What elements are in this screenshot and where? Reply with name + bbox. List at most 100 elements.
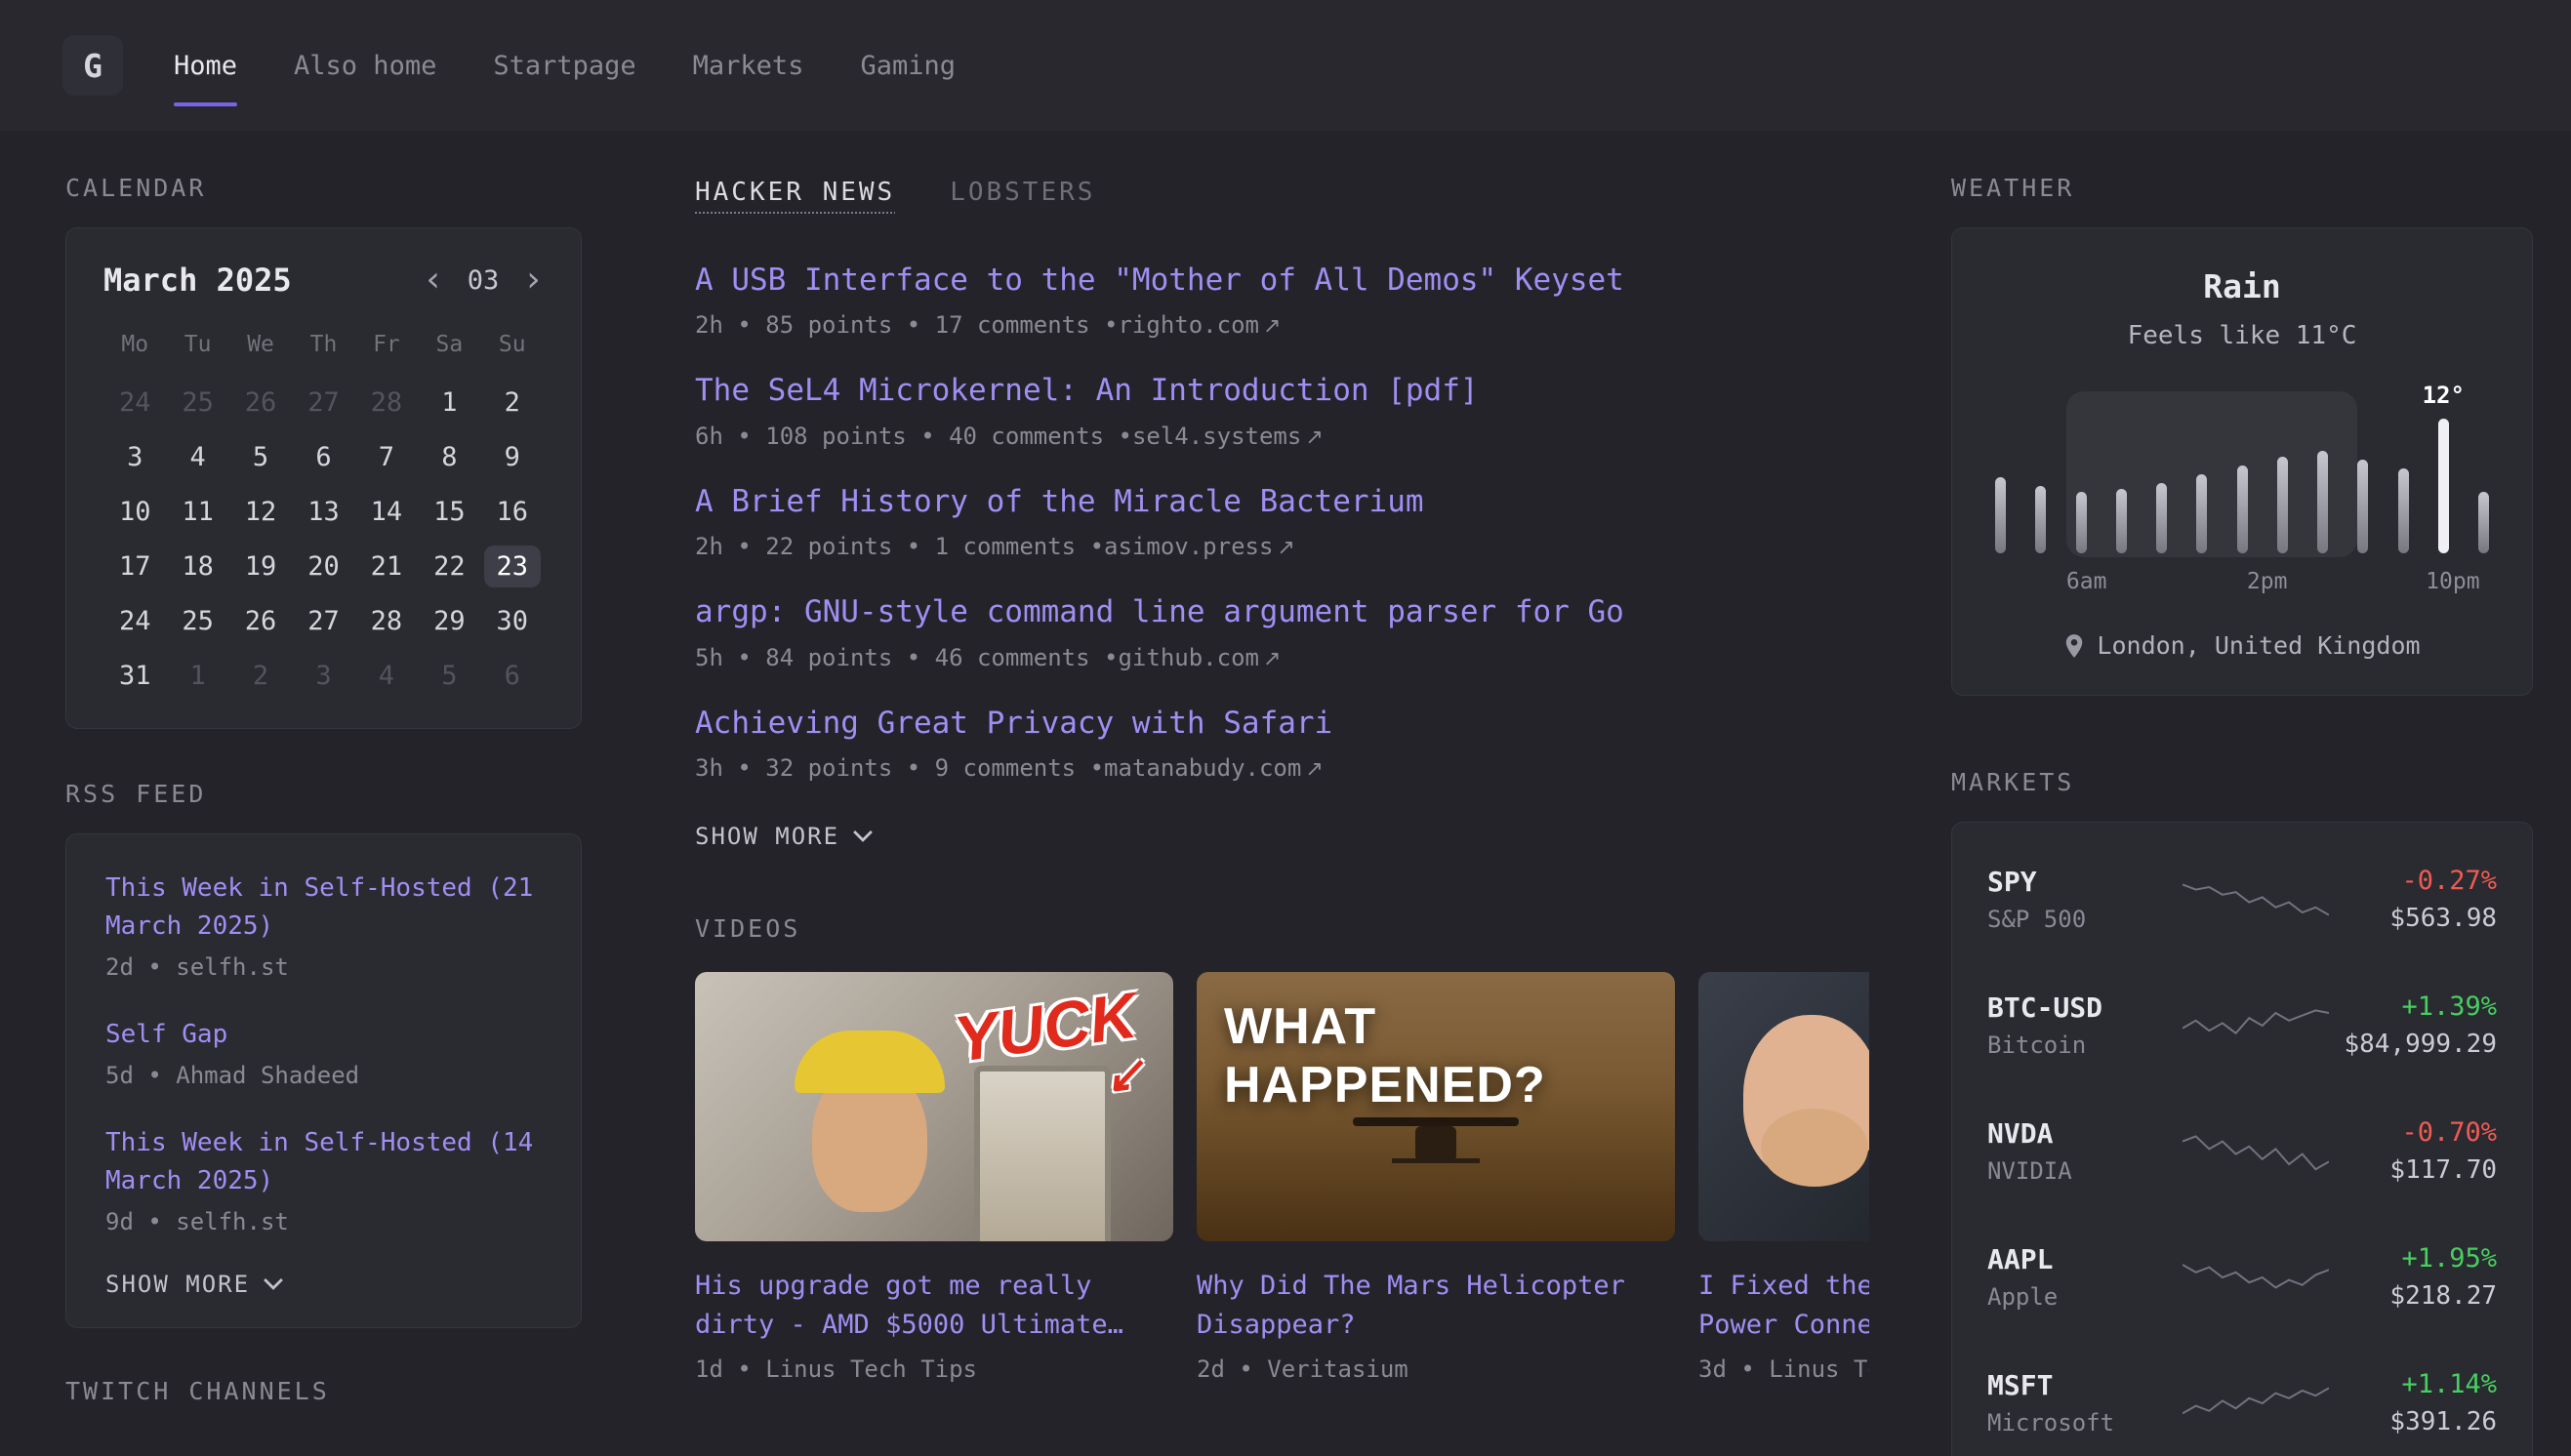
weather-bar (2398, 468, 2409, 553)
news-item: The SeL4 Microkernel: An Introduction [p… (695, 370, 1869, 449)
news-source-link[interactable]: github.com (1118, 644, 1259, 671)
calendar-day-number: 10 (106, 491, 164, 533)
calendar-day: 15 (418, 484, 480, 539)
market-sparkline (2183, 1252, 2329, 1303)
calendar-day: 20 (292, 539, 354, 593)
video-thumbnail[interactable]: DO TH T? (1698, 972, 1869, 1241)
nav-item-startpage[interactable]: Startpage (493, 0, 635, 131)
rss-item-title[interactable]: This Week in Self-Hosted (21 March 2025) (105, 870, 542, 946)
weekday-label: Su (481, 324, 544, 375)
rss-show-more-button[interactable]: SHOW MORE (105, 1271, 283, 1298)
market-row-nvda[interactable]: NVDANVIDIA-0.70%$117.70 (1987, 1088, 2497, 1214)
calendar-day: 6 (292, 429, 354, 484)
next-month-button[interactable]: › (522, 263, 544, 298)
calendar-day-number: 25 (169, 600, 226, 642)
sparkline-chart (2183, 1126, 2329, 1177)
video-title[interactable]: Why Did The Mars Helicopter Disappear? (1197, 1267, 1675, 1346)
news-item-title[interactable]: A USB Interface to the "Mother of All De… (695, 260, 1869, 302)
thumb-text: WHAT HAPPENED? (1224, 997, 1675, 1114)
video-thumbnail[interactable]: WHAT HAPPENED? (1197, 972, 1675, 1241)
calendar-day: 3 (292, 648, 354, 703)
nav-item-gaming[interactable]: Gaming (860, 0, 956, 131)
calendar-day-number: 27 (295, 382, 352, 424)
news-item-title[interactable]: Achieving Great Privacy with Safari (695, 703, 1869, 745)
news-source-link[interactable]: asimov.press (1104, 533, 1273, 560)
market-row-values: +1.14%$391.26 (2329, 1369, 2497, 1436)
nav-item-markets[interactable]: Markets (693, 0, 804, 131)
news-item-meta: 2h • 22 points • 1 comments • asimov.pre… (695, 533, 1869, 560)
news-item: A USB Interface to the "Mother of All De… (695, 260, 1869, 339)
calendar-day: 7 (355, 429, 418, 484)
external-link-icon: ↗ (1277, 536, 1294, 560)
market-row-labels: BTC-USDBitcoin (1987, 991, 2183, 1059)
market-ticker: SPY (1987, 866, 2183, 898)
external-link-icon: ↗ (1263, 314, 1281, 339)
weather-condition: Rain (1991, 267, 2493, 305)
calendar-section-label: CALENDAR (65, 174, 582, 202)
center-column: HACKER NEWS LOBSTERS A USB Interface to … (695, 174, 1869, 1456)
video-title[interactable]: His upgrade got me really dirty - AMD $5… (695, 1267, 1173, 1346)
sparkline-chart (2183, 1000, 2329, 1051)
weather-hourly-chart: 12° (1991, 407, 2493, 553)
video-title[interactable]: I Fixed the 5 Power Connect (1698, 1267, 1869, 1346)
calendar-day-number: 3 (303, 655, 344, 697)
calendar-day: 19 (229, 539, 292, 593)
news-item-title[interactable]: A Brief History of the Miracle Bacterium (695, 481, 1869, 523)
market-row-values: -0.70%$117.70 (2329, 1117, 2497, 1185)
calendar-day: 27 (292, 593, 354, 648)
news-source-link[interactable]: sel4.systems (1132, 423, 1301, 450)
calendar-day-number: 1 (178, 655, 219, 697)
market-row-spy[interactable]: SPYS&P 500-0.27%$563.98 (1987, 836, 2497, 962)
calendar-day-number: 12 (232, 491, 290, 533)
current-temp-label: 12° (2423, 382, 2465, 409)
weather-location-label: London, United Kingdom (2097, 631, 2420, 660)
market-ticker: AAPL (1987, 1243, 2183, 1275)
market-row-labels: AAPLApple (1987, 1243, 2183, 1311)
market-row-btc-usd[interactable]: BTC-USDBitcoin +1.39%$84,999.29 (1987, 962, 2497, 1088)
market-name: S&P 500 (1987, 906, 2183, 933)
calendar-day: 26 (229, 593, 292, 648)
tab-lobsters[interactable]: LOBSTERS (950, 178, 1095, 207)
news-item-meta: 2h • 85 points • 17 comments • righto.co… (695, 311, 1869, 339)
video-card: DO TH T?I Fixed the 5 Power Connect3d • … (1698, 972, 1869, 1383)
video-card: WHAT HAPPENED? Why Did The Mars Helicopte… (1197, 972, 1675, 1383)
calendar-day-number: 7 (366, 436, 407, 478)
news-source-link[interactable]: matanabudy.com (1104, 754, 1301, 782)
prev-month-button[interactable]: ‹ (423, 263, 444, 298)
nav-item-home[interactable]: Home (174, 0, 237, 131)
rss-section-label: RSS FEED (65, 780, 582, 808)
news-show-more-button[interactable]: SHOW MORE (695, 823, 873, 850)
rss-item-title[interactable]: This Week in Self-Hosted (14 March 2025) (105, 1124, 542, 1200)
video-thumbnail[interactable]: YUCK (695, 972, 1173, 1241)
market-row-aapl[interactable]: AAPLApple+1.95%$218.27 (1987, 1214, 2497, 1340)
weekday-label: Fr (355, 324, 418, 375)
calendar-day-number: 4 (366, 655, 407, 697)
calendar-day: 25 (166, 593, 228, 648)
video-card: YUCK His upgrade got me really dirty - AM… (695, 972, 1173, 1383)
weekday-label: Sa (418, 324, 480, 375)
tab-hacker-news[interactable]: HACKER NEWS (695, 178, 895, 207)
nav-item-also-home[interactable]: Also home (294, 0, 436, 131)
news-item-title[interactable]: The SeL4 Microkernel: An Introduction [p… (695, 370, 1869, 412)
market-price: $84,999.29 (2329, 1030, 2497, 1059)
news-item-title[interactable]: argp: GNU-style command line argument pa… (695, 591, 1869, 633)
news-item: argp: GNU-style command line argument pa… (695, 591, 1869, 670)
time-label: 10pm (2426, 569, 2479, 594)
market-row-values: +1.39%$84,999.29 (2329, 991, 2497, 1059)
rss-item-title[interactable]: Self Gap (105, 1016, 542, 1054)
news-source-link[interactable]: righto.com (1118, 311, 1259, 339)
weather-bar (2156, 483, 2167, 553)
weather-bar (2076, 492, 2087, 553)
app-logo[interactable]: G (62, 35, 123, 96)
calendar-day: 30 (481, 593, 544, 648)
calendar-day: 27 (292, 375, 354, 429)
dashboard: CALENDAR March 2025 ‹ 03 › MoTuWeThFrSaS… (0, 131, 2571, 1456)
news-item-meta: 5h • 84 points • 46 comments • github.co… (695, 644, 1869, 671)
calendar-day-number: 16 (484, 491, 542, 533)
external-link-icon: ↗ (1263, 647, 1281, 671)
calendar-day-number: 3 (114, 436, 155, 478)
rss-item-meta: 5d • Ahmad Shadeed (105, 1062, 542, 1089)
market-row-msft[interactable]: MSFTMicrosoft+1.14%$391.26 (1987, 1340, 2497, 1456)
news-item: A Brief History of the Miracle Bacterium… (695, 481, 1869, 560)
calendar-day: 5 (229, 429, 292, 484)
